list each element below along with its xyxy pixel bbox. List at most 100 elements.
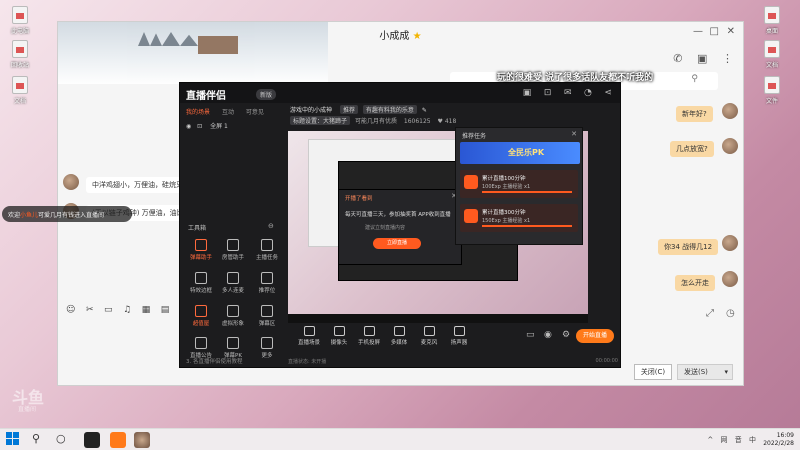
history-icon[interactable]: ◷ [726,308,735,319]
media-button[interactable]: 多媒体 [384,326,414,346]
maximize-button[interactable]: □ [710,26,719,37]
avatar[interactable] [722,271,738,287]
bell-icon[interactable]: ◔ [584,88,592,98]
computer-icon [12,6,28,24]
edit-icon[interactable]: ✎ [422,107,427,114]
speaker-button[interactable]: 扬声器 [444,326,474,346]
lock-icon[interactable]: ⊡ [197,123,202,130]
screen-icon[interactable]: ▤ [161,305,170,315]
tool-notice[interactable]: 直播公告 [184,337,218,359]
vip-badge-icon: ★ [412,31,422,42]
avatar-icon [227,305,239,317]
chat-title-text: 小成成 [379,31,410,42]
close-icon[interactable]: ✕ [571,130,577,138]
tool-recommend[interactable]: 推荐位 [250,272,284,294]
tutorial-link[interactable]: 3. 各直播伴侣使用教程 [186,357,243,365]
app-icon-avatar[interactable] [134,432,150,448]
welcome-username: 小鱼儿 [20,212,39,219]
welcome-suffix: 可爱几月有钱进入直播间 [38,212,105,219]
desktop-icon-6[interactable]: 文件 [752,76,792,105]
avatar[interactable] [722,103,738,119]
notice-icon [195,337,207,349]
tool-streamer-task[interactable]: 主播任务 [250,239,284,261]
app-icon-green[interactable] [84,432,100,448]
app-icon-orange[interactable] [110,432,126,448]
tool-effects[interactable]: 特效边框 [184,272,218,294]
task-item[interactable]: 累计直播100分钟 100Exp 主播经验 x1 [460,170,578,198]
close-chat-button[interactable]: 关闭(C) [634,364,672,380]
more-icon[interactable]: ⋮ [722,52,733,65]
tool-room-admin[interactable]: 房管助手 [216,239,250,261]
system-tray: ^ 网 音 中 [702,435,756,445]
avatar[interactable] [63,174,79,190]
app-brand: 直播伴侣 [186,91,226,102]
platform-watermark-sub: 直播间 [18,406,37,413]
streaming-app-window: 直播伴侣 新版 ▣ ⊡ ✉ ◔ ⋖ 我的场景 互动 可意见 ◉ ⊡ 全屏 1 游… [179,82,621,368]
eye-icon[interactable]: ◉ [186,123,191,130]
ime-icon[interactable]: 中 [749,436,756,444]
go-live-now-button[interactable]: 立即直播 [373,238,421,249]
smile-icon[interactable]: ☺ [66,305,75,315]
tool-danmu-area[interactable]: 弹幕区 [250,305,284,327]
send-button[interactable]: 发送(S) [677,364,733,380]
network-icon[interactable]: 网 [721,436,728,444]
message-icon[interactable]: ✉ [564,88,572,98]
task-progress [482,225,572,227]
camera-icon [333,326,345,336]
tab-my-scenes[interactable]: 我的场景 [186,109,210,116]
task-name: 累计直播300分钟 [482,210,526,216]
desktop-icon-1[interactable]: 此电脑 [0,6,40,35]
phone-icon[interactable]: ✆ [673,52,682,65]
camera-button[interactable]: 摄像头 [324,326,354,346]
windows-start-icon[interactable] [6,432,22,448]
record-icon[interactable]: ▭ [526,330,535,340]
lock-icon[interactable]: ⊡ [544,88,552,98]
avatar[interactable] [722,138,738,154]
toolbox-toggle-icon[interactable]: ⊖ [268,222,274,230]
desktop-icon-5[interactable]: 文档 [752,40,792,69]
tool-danmu-pk[interactable]: 弹幕PK [216,337,250,359]
tab-feedback[interactable]: 可意见 [246,109,264,116]
volume-icon[interactable]: 音 [735,436,742,444]
task-view-icon[interactable]: ○ [56,432,72,448]
task-panel: 推荐任务 ✕ 全民乐PK 累计直播100分钟 100Exp 主播经验 x1 累计… [455,127,583,245]
desktop-icon-3[interactable]: 文档 [0,76,40,105]
tool-danmu-helper[interactable]: 弹幕助手 [184,239,218,261]
tool-avatar[interactable]: 虚拟形象 [216,305,250,327]
expand-icon[interactable]: ⤢ [706,308,714,319]
video-icon[interactable]: ▣ [697,52,707,65]
version-badge[interactable]: 新版 [256,89,277,100]
titlebar-icons: ▣ ⊡ ✉ ◔ ⋖ [513,88,612,98]
microphone-button[interactable]: 麦克风 [414,326,444,346]
clock-time: 16:09 [776,432,794,439]
scene-item[interactable]: ◉ ⊡ 全屏 1 [186,121,228,130]
music-icon[interactable]: ♫ [123,305,131,315]
more-icon [261,337,273,349]
settings-icon[interactable]: ⚙ [562,330,570,340]
desktop-icon-2[interactable]: 回收站 [0,40,40,69]
eye-icon[interactable]: ◉ [544,330,552,340]
document-icon [12,76,28,94]
welcome-prefix: 欢迎 [8,212,21,219]
task-item[interactable]: 累计直播300分钟 150Exp 主播经验 x1 [460,204,578,232]
scene-button[interactable]: 直播场景 [294,326,324,346]
folder-icon[interactable]: ▭ [104,305,113,315]
clock[interactable]: 16:09 2022/2/28 [763,432,794,448]
tool-more[interactable]: 更多 [250,337,284,359]
cut-icon[interactable]: ✂ [86,305,94,315]
image-icon[interactable]: ▦ [142,305,151,315]
gift-icon[interactable]: ▣ [523,88,532,98]
tray-expand-icon[interactable]: ^ [707,436,713,444]
close-button[interactable]: ✕ [727,26,735,37]
tool-multi-mic[interactable]: 多人连麦 [216,272,250,294]
avatar[interactable] [722,235,738,251]
pk-banner[interactable]: 全民乐PK [460,142,580,164]
desktop-icon-4[interactable]: 桌面 [752,6,792,35]
share-icon[interactable]: ⋖ [604,88,612,98]
start-live-button[interactable]: 开始直播 [576,329,614,343]
minimize-button[interactable]: — [693,26,703,37]
tab-interaction[interactable]: 互动 [222,109,234,116]
tool-value-room[interactable]: 超值屋 [184,305,218,327]
phone-cast-button[interactable]: 手机投屏 [354,326,384,346]
search-icon[interactable]: ⚲ [32,432,48,448]
